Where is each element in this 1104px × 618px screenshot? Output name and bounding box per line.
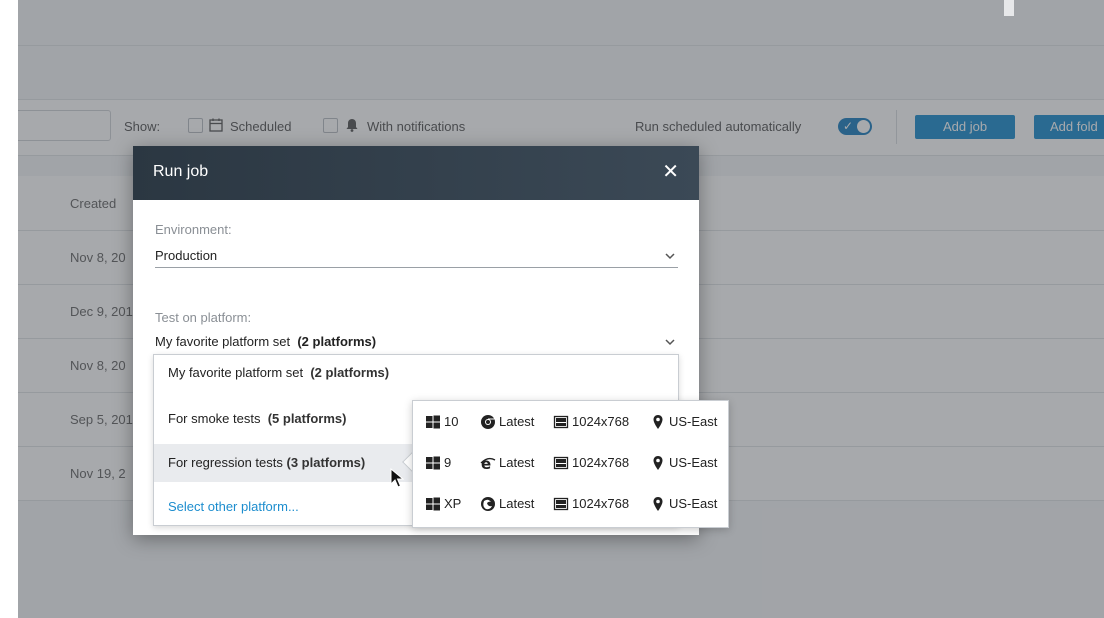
windows-icon [425, 414, 441, 430]
resolution-cell: 1024x768 [553, 485, 629, 523]
platform-select-name: My favorite platform set [155, 334, 291, 349]
location-cell: US-East [650, 444, 717, 482]
svg-text:e: e [481, 455, 491, 471]
page-edge-strip [1004, 0, 1014, 16]
ie-icon: e [480, 455, 496, 471]
windows-icon [425, 455, 441, 471]
os-cell: 9 [425, 444, 451, 482]
map-pin-icon [650, 455, 666, 471]
resolution-cell: 1024x768 [553, 403, 629, 441]
dropdown-item-label: For regression tests [168, 455, 283, 470]
map-pin-icon [650, 414, 666, 430]
os-cell: 10 [425, 403, 458, 441]
dropdown-item-label: My favorite platform set [168, 365, 304, 380]
map-pin-icon [650, 496, 666, 512]
chrome-icon [480, 414, 496, 430]
dialog-title: Run job [153, 163, 209, 180]
dropdown-item-count: (2 platforms) [310, 365, 390, 380]
mouse-cursor-icon [390, 467, 405, 488]
environment-underline [155, 267, 678, 268]
resolution-cell: 1024x768 [553, 444, 629, 482]
monitor-icon [553, 455, 569, 471]
platform-row: 10 Latest 1024x768 US-East [413, 403, 728, 441]
close-icon[interactable]: ✕ [662, 160, 679, 184]
browser-version: Latest [499, 496, 535, 511]
resolution-value: 1024x768 [572, 496, 630, 511]
location-cell: US-East [650, 403, 717, 441]
browser-version: Latest [499, 455, 535, 470]
os-cell: XP [425, 485, 461, 523]
platform-row: XP Latest 1024x768 US-East [413, 485, 728, 523]
platform-label: Test on platform: [155, 310, 252, 325]
chevron-down-icon[interactable] [663, 336, 677, 350]
dropdown-item-count: (5 platforms) [267, 411, 347, 426]
browser-cell: Latest [480, 485, 534, 523]
os-version: 9 [444, 455, 452, 470]
dialog-header: Run job ✕ [133, 146, 699, 200]
dropdown-item-label: For smoke tests [168, 411, 261, 426]
environment-label: Environment: [155, 222, 232, 237]
location-value: US-East [669, 455, 718, 470]
os-version: XP [444, 496, 462, 511]
monitor-icon [553, 496, 569, 512]
os-version: 10 [444, 414, 459, 429]
monitor-icon [553, 414, 569, 430]
resolution-value: 1024x768 [572, 455, 630, 470]
browser-cell: Latest [480, 403, 534, 441]
chevron-down-icon[interactable] [663, 250, 677, 264]
environment-select[interactable]: Production [155, 248, 217, 263]
location-value: US-East [669, 496, 718, 511]
browser-cell: e Latest [480, 444, 534, 482]
dropdown-item-favorite[interactable]: My favorite platform set (2 platforms) [154, 355, 678, 391]
platform-details-popover: 10 Latest 1024x768 US-East 9 e Latest 10… [412, 400, 729, 528]
firefox-icon [480, 496, 496, 512]
platform-select-count: (2 platforms) [297, 334, 377, 349]
location-value: US-East [669, 414, 718, 429]
browser-version: Latest [499, 414, 535, 429]
resolution-value: 1024x768 [572, 414, 630, 429]
dropdown-item-count: (3 platforms) [286, 455, 366, 470]
windows-icon [425, 496, 441, 512]
location-cell: US-East [650, 485, 717, 523]
platform-row: 9 e Latest 1024x768 US-East [413, 444, 728, 482]
platform-select[interactable]: My favorite platform set (2 platforms) [155, 334, 376, 349]
